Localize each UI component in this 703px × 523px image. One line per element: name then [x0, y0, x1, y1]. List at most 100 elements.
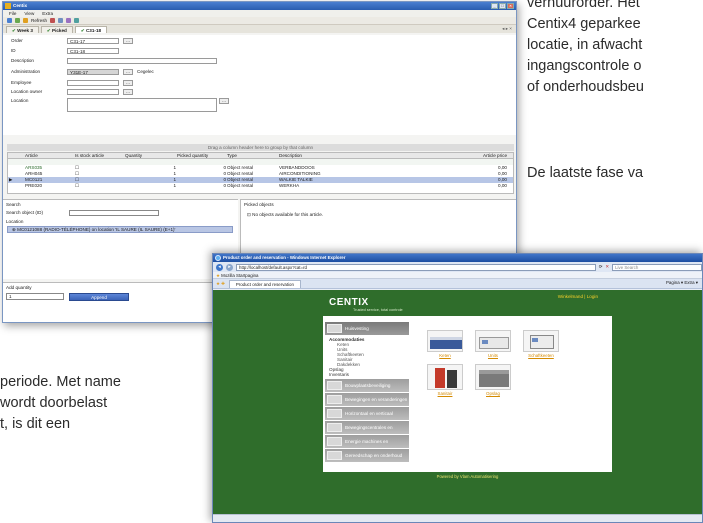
grid-header-cell[interactable]: Quantity — [124, 153, 176, 158]
tab-week-3[interactable]: ✔ Week 3 — [6, 26, 39, 33]
administration-field[interactable]: Y31E-17 — [67, 69, 119, 75]
product-card[interactable]: Sanitair — [427, 364, 463, 396]
product-card[interactable]: Units — [475, 330, 511, 358]
product-grid: Keten Units Schaftkeeten Sanitair Opslag — [427, 330, 607, 410]
refresh-icon[interactable] — [23, 18, 28, 23]
save-icon[interactable] — [15, 18, 20, 23]
nav-category-huisvesting[interactable]: Huisvesting — [325, 322, 409, 335]
grid-header-cell[interactable]: Article — [24, 153, 74, 158]
location-owner-browse-button[interactable]: ... — [123, 89, 133, 95]
product-link[interactable]: Sanitair — [427, 391, 463, 396]
centix-app-icon — [5, 3, 11, 9]
centix-logo[interactable]: CENTIX — [329, 297, 369, 308]
location-list-item[interactable]: ⊕ MC0121088 (RADIO-TÉLÉPHONE) on locatio… — [7, 226, 233, 233]
product-image-keten[interactable] — [427, 330, 463, 352]
menu-extra[interactable]: Extra — [42, 10, 53, 17]
nav-category[interactable]: Bewegingen en veranderingen — [325, 393, 409, 406]
product-card[interactable]: Schaftkeeten — [523, 330, 559, 358]
location-field[interactable] — [67, 98, 217, 112]
subnav-item[interactable]: Inventaris — [329, 372, 409, 377]
centix-titlebar: Centix _ □ × — [3, 2, 516, 10]
tab-c31-18[interactable]: ✔ C31-18 — [74, 26, 108, 33]
location-owner-label: Location owner — [11, 89, 43, 94]
doc-line: t, is dit een — [0, 416, 71, 432]
nav-category[interactable]: Horizontaal en verticaal transport — [325, 407, 409, 429]
order-field[interactable]: C31-17 — [67, 38, 119, 44]
stop-icon[interactable]: ✕ — [605, 264, 609, 270]
doc-line: periode. Met name — [0, 374, 121, 390]
administration-name: Cegelec — [137, 69, 154, 74]
nav-category[interactable]: Energie machines en constructie-werken — [325, 435, 409, 457]
product-image-sanitair[interactable] — [427, 364, 463, 390]
cart-login-links[interactable]: Winkelmand | Login — [558, 294, 598, 299]
nav-category[interactable]: Bewegingscentrales en energie — [325, 421, 409, 443]
menu-view[interactable]: View — [24, 10, 34, 17]
order-browse-button[interactable]: ... — [123, 38, 133, 44]
grid-header-cell[interactable]: Type — [226, 153, 278, 158]
filter-icon[interactable] — [66, 18, 72, 23]
category-thumbnail — [327, 409, 342, 418]
category-thumbnail — [327, 395, 342, 404]
product-card[interactable]: Keten — [427, 330, 463, 358]
product-link[interactable]: Units — [475, 353, 511, 358]
close-icon[interactable]: × — [507, 3, 514, 9]
description-field[interactable] — [67, 58, 217, 64]
refresh-icon[interactable]: ⟳ — [599, 264, 603, 270]
nav-category[interactable]: Bouwplaatsbeveiliging — [325, 379, 409, 392]
location-browse-button[interactable]: ... — [219, 98, 229, 104]
site-header: CENTIX Trusted service, total controle W… — [323, 292, 612, 316]
back-icon[interactable]: ◂ — [216, 263, 223, 271]
ie-command-bar[interactable]: Pagina ▾ Extra ▾ — [666, 280, 698, 286]
search-object-input[interactable] — [69, 210, 159, 216]
location-label: Location — [11, 98, 29, 103]
location-list-label: Location — [6, 219, 24, 224]
ie-window-title: Product order and reservation - Windows … — [223, 255, 346, 260]
product-card[interactable]: Opslag — [475, 364, 511, 396]
nav-category[interactable]: Gereedschap en onderhoud — [325, 449, 409, 462]
tab-picked[interactable]: ✔ Picked — [40, 26, 73, 33]
product-link[interactable]: Opslag — [475, 391, 511, 396]
ie-tab-product-order[interactable]: Product order and reservation — [228, 279, 301, 288]
table-row[interactable]: PRE020 ☐ 1 0 Object rental WERKHA 0,00 — [8, 183, 513, 189]
maximize-icon[interactable]: □ — [499, 3, 506, 9]
close-tab-icon[interactable]: ◂ ▸ × — [502, 26, 512, 32]
employee-field[interactable] — [67, 80, 119, 86]
minimize-icon[interactable]: _ — [491, 3, 498, 9]
product-image-units[interactable] — [475, 330, 511, 352]
description-label: Description — [11, 58, 34, 63]
grid-header-cell[interactable]: Is stock article — [74, 153, 124, 158]
id-field[interactable]: C31-18 — [67, 48, 119, 54]
append-button[interactable]: Append — [69, 293, 129, 301]
ie-statusbar — [213, 514, 702, 522]
centix-window-title: Centix — [13, 3, 28, 8]
quantity-input[interactable]: 1 — [6, 293, 64, 300]
article-grid: Article Is stock article Quantity Picked… — [7, 152, 514, 194]
grid-header-cell[interactable]: Description — [278, 153, 450, 158]
grid-header-cell[interactable]: Picked quantity — [176, 153, 226, 158]
menu-file[interactable]: File — [9, 10, 16, 17]
url-input[interactable]: http://localhost/default.aspx?cat=rd — [236, 263, 596, 271]
product-image-opslag[interactable] — [475, 364, 511, 390]
employee-browse-button[interactable]: ... — [123, 80, 133, 86]
product-link[interactable]: Schaftkeeten — [523, 353, 559, 358]
refresh-button[interactable]: Refresh — [31, 18, 47, 23]
delete-icon[interactable] — [50, 18, 56, 23]
product-link[interactable]: Keten — [427, 353, 463, 358]
product-image-schaftkeeten[interactable] — [523, 330, 559, 352]
grid-header-cell[interactable]: Article price — [450, 153, 510, 158]
new-icon[interactable] — [7, 18, 12, 23]
centix-toolbar: Refresh — [3, 17, 516, 25]
administration-browse-button[interactable]: ... — [123, 69, 133, 75]
picked-objects-label: Picked objects — [244, 202, 274, 207]
print-icon[interactable] — [58, 18, 64, 23]
favorites-center-icon[interactable]: ★ ✚ — [216, 281, 225, 287]
forward-icon[interactable]: ▸ — [226, 263, 233, 271]
add-quantity-panel: Add quantity 1 Append — [3, 282, 238, 322]
location-owner-field[interactable] — [67, 89, 119, 95]
ie-search-input[interactable]: Live Search — [612, 263, 702, 271]
group-by-hint: Drag a column header here to group by th… — [7, 144, 514, 151]
site-footer[interactable]: Powered by Vlam Automatisering — [323, 472, 612, 482]
category-thumbnail — [327, 381, 342, 390]
export-icon[interactable] — [74, 18, 80, 23]
favorites-link[interactable]: Mozilla Startpagina — [221, 273, 258, 278]
